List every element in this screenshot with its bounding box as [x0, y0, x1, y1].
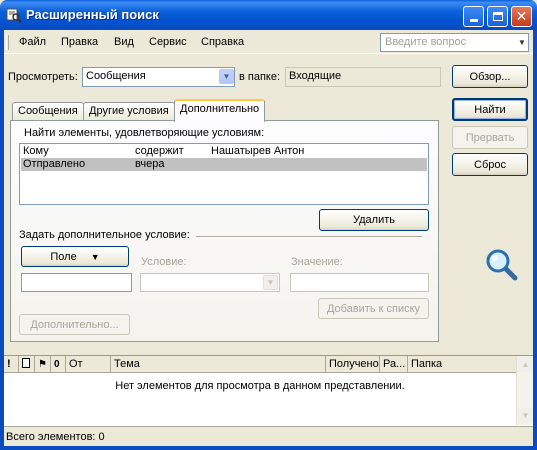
column-importance[interactable]: !: [4, 356, 19, 373]
delete-criteria-button[interactable]: Удалить: [319, 209, 429, 231]
criteria-condition: вчера: [135, 158, 165, 170]
criteria-field: Кому: [23, 145, 49, 157]
condition-label: Условие:: [141, 256, 187, 268]
field-input[interactable]: [21, 273, 132, 292]
column-attachment[interactable]: 0: [51, 356, 66, 373]
window-title: Расширенный поиск: [26, 7, 159, 22]
value-label: Значение:: [291, 256, 343, 268]
chevron-down-icon: ▼: [90, 251, 100, 262]
list-item[interactable]: Кому содержит Нашатырев Антон: [21, 145, 427, 158]
menu-file[interactable]: Файл: [19, 36, 46, 48]
empty-results-message: Нет элементов для просмотра в данном пре…: [115, 380, 405, 392]
title-bar[interactable]: Расширенный поиск ✕: [0, 0, 537, 30]
status-bar: Всего элементов: 0: [4, 426, 533, 446]
item-count: Всего элементов: 0: [6, 431, 105, 443]
list-item[interactable]: Отправлено вчера: [21, 158, 427, 171]
tab-advanced[interactable]: Дополнительно: [174, 99, 266, 122]
new-search-button[interactable]: Сброс: [452, 153, 528, 176]
help-dropdown-arrow-icon[interactable]: ▼: [516, 34, 528, 51]
flag-icon: ⚑: [38, 359, 47, 370]
column-from[interactable]: От: [66, 356, 111, 373]
chevron-down-icon: ▼: [263, 275, 278, 290]
results-scrollbar[interactable]: ▲ ▼: [516, 356, 533, 425]
find-now-button[interactable]: Найти: [452, 98, 528, 121]
minimize-button[interactable]: [463, 6, 484, 27]
maximize-icon: [492, 12, 503, 21]
close-button[interactable]: ✕: [511, 6, 532, 27]
criteria-condition: содержит: [135, 145, 184, 157]
folder-field: Входящие: [285, 67, 441, 87]
scroll-up-icon[interactable]: ▲: [518, 357, 533, 372]
help-question-input[interactable]: Введите вопрос: [380, 33, 529, 52]
more-advanced-button[interactable]: Дополнительно...: [19, 314, 130, 335]
menu-grip: [6, 35, 9, 50]
stop-button[interactable]: Прервать: [452, 126, 528, 149]
results-header: ! ⚑ 0 От Тема Получено Ра... Папка: [4, 356, 516, 373]
criteria-field: Отправлено: [23, 158, 86, 170]
menu-help[interactable]: Справка: [201, 36, 244, 48]
look-for-value: Сообщения: [86, 70, 146, 82]
column-received[interactable]: Получено: [326, 356, 380, 373]
condition-select[interactable]: ▼: [140, 273, 280, 292]
menu-edit[interactable]: Правка: [61, 36, 98, 48]
scroll-down-icon[interactable]: ▼: [518, 408, 533, 423]
minimize-icon: [469, 19, 478, 22]
paperclip-icon: 0: [54, 359, 60, 370]
look-for-select[interactable]: Сообщения ▼: [82, 67, 235, 87]
search-window-icon: [6, 8, 22, 23]
menu-tools[interactable]: Сервис: [149, 36, 187, 48]
magnifier-icon: [486, 249, 518, 281]
column-icon[interactable]: [19, 356, 35, 373]
value-input[interactable]: [290, 273, 429, 292]
column-flag[interactable]: ⚑: [35, 356, 51, 373]
maximize-button[interactable]: [487, 6, 508, 27]
field-button-label: Поле: [50, 250, 77, 263]
column-folder[interactable]: Папка: [408, 356, 516, 373]
column-subject[interactable]: Тема: [111, 356, 326, 373]
criteria-value: Нашатырев Антон: [211, 145, 305, 157]
window-frame-right: [533, 30, 537, 450]
column-size[interactable]: Ра...: [380, 356, 408, 373]
add-to-list-button[interactable]: Добавить к списку: [318, 298, 429, 319]
look-for-label: Просмотреть:: [8, 71, 78, 83]
define-criteria-label: Задать дополнительное условие:: [19, 229, 190, 241]
tab-messages[interactable]: Сообщения: [12, 102, 84, 121]
criteria-label: Найти элементы, удовлетворяющие условиям…: [24, 127, 265, 139]
document-icon: [22, 358, 30, 368]
folder-label: в папке:: [239, 71, 281, 83]
menu-view[interactable]: Вид: [114, 36, 134, 48]
separator-line: [196, 236, 422, 238]
browse-button[interactable]: Обзор...: [452, 65, 528, 88]
window-frame-bottom: [0, 446, 537, 450]
chevron-down-icon[interactable]: ▼: [219, 69, 234, 84]
tab-more-choices[interactable]: Другие условия: [83, 102, 175, 121]
close-icon: ✕: [515, 8, 528, 24]
field-button[interactable]: Поле ▼: [21, 246, 129, 267]
criteria-list[interactable]: Кому содержит Нашатырев Антон Отправлено…: [19, 143, 429, 205]
